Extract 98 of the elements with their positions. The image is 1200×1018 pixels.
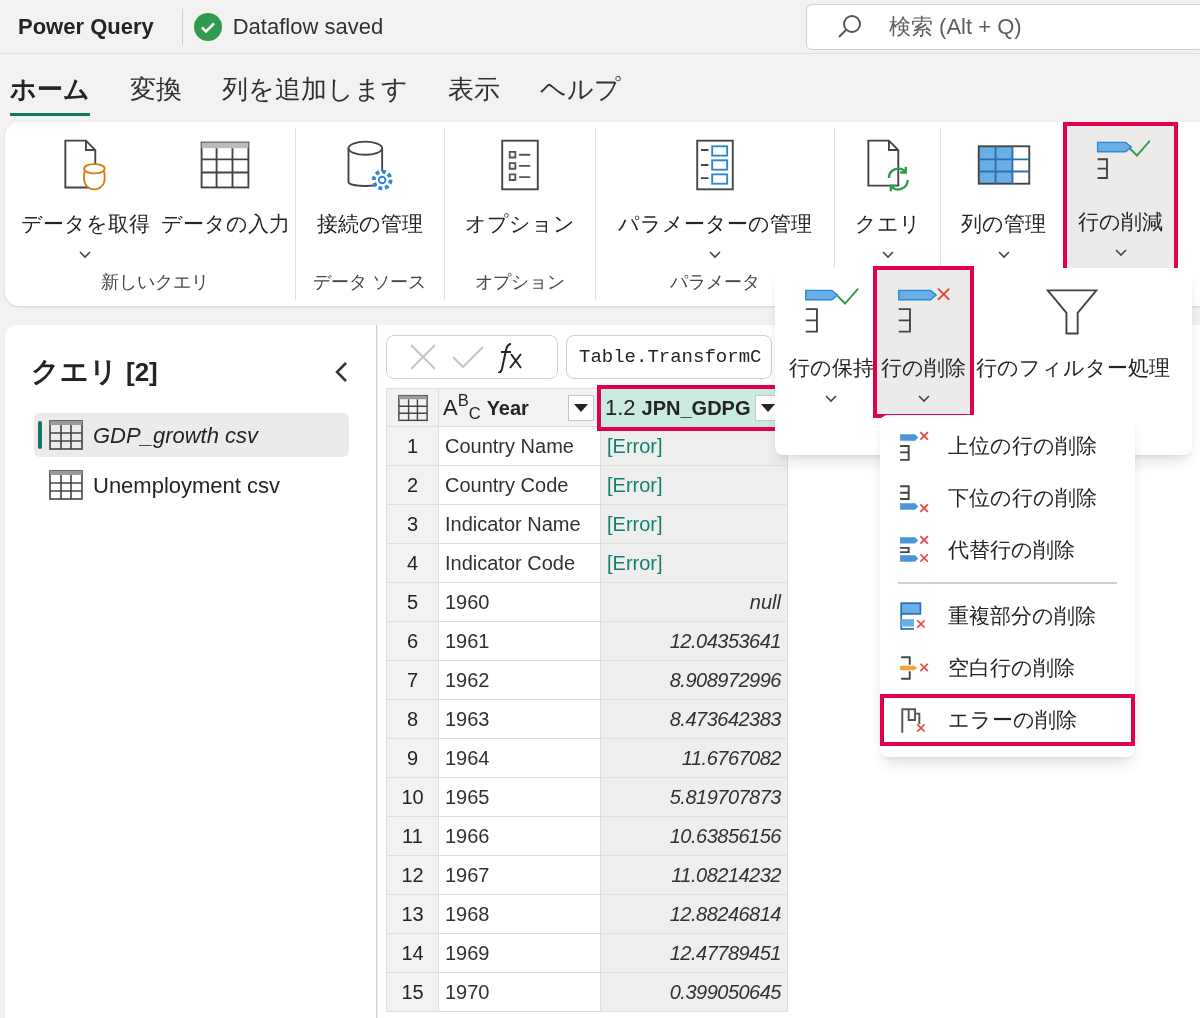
table-cell: 10.63856156 — [600, 816, 788, 856]
row-number: 2 — [386, 465, 439, 505]
table-cell: 1962 — [438, 660, 601, 700]
table-cell: 8.473642383 — [600, 699, 788, 739]
table-icon — [397, 393, 428, 422]
menu-item[interactable]: エラーの削除 — [880, 694, 1135, 746]
chevron-down-icon — [880, 249, 895, 259]
ribbon-button[interactable]: データを取得 — [15, 128, 155, 268]
group-label: パラメータ — [670, 271, 760, 294]
table-icon — [49, 420, 83, 450]
group-label: データ ソース — [313, 271, 427, 294]
search-field[interactable]: 検索 (Alt + Q) — [806, 3, 1200, 50]
check-circle-icon — [192, 11, 223, 42]
column-name: JPN_GDPG — [641, 395, 751, 421]
table-cell: Indicator Name — [438, 504, 601, 544]
table-cell: Country Code — [438, 465, 601, 505]
menu-item[interactable]: 重複部分の削除 — [880, 590, 1135, 642]
table-cell: 1961 — [438, 621, 601, 661]
ribbon-button[interactable]: クエリ — [835, 128, 940, 268]
ribbon-tab[interactable]: 表示 — [448, 70, 500, 116]
row-number: 12 — [386, 855, 439, 895]
rows-cross-icon — [898, 535, 930, 565]
row-number: 9 — [386, 738, 439, 778]
ribbon-button[interactable]: 行の保持 — [785, 270, 877, 414]
table-cell: [Error] — [600, 504, 788, 544]
ribbon-tab[interactable]: ヘルプ — [540, 70, 621, 116]
table-cell: 1970 — [438, 972, 601, 1012]
query-item[interactable]: Unemployment csv — [34, 463, 349, 507]
group-label: オプション — [475, 271, 565, 294]
chevron-down-icon — [996, 249, 1011, 259]
ribbon-button[interactable]: データの入力 — [155, 128, 295, 268]
ribbon-button[interactable]: 接続の管理 — [296, 128, 444, 268]
table-cell: 1965 — [438, 777, 601, 817]
table-cell: 11.08214232 — [600, 855, 788, 895]
table-cell: 12.88246814 — [600, 894, 788, 934]
table-cell: 12.47789451 — [600, 933, 788, 973]
chevron-down-icon — [916, 393, 931, 403]
table-cell: 11.6767082 — [600, 738, 788, 778]
chevron-down-icon — [824, 393, 838, 403]
row-number: 13 — [386, 894, 439, 934]
table-cell: 1968 — [438, 894, 601, 934]
app-title: Power Query — [18, 13, 154, 41]
column-name: Year — [486, 395, 529, 421]
caret-icon — [574, 403, 588, 412]
row-number: 15 — [386, 972, 439, 1012]
type-label: 1.2 — [605, 396, 636, 419]
table-cell: 1969 — [438, 933, 601, 973]
ribbon-button[interactable]: オプション — [445, 128, 595, 268]
table-cell: 1966 — [438, 816, 601, 856]
table-cell: [Error] — [600, 465, 788, 505]
table-cell: null — [600, 582, 788, 622]
caret-icon — [761, 403, 775, 412]
row-number: 11 — [386, 816, 439, 856]
row-number: 5 — [386, 582, 439, 622]
chevron-down-icon — [1113, 247, 1128, 257]
query-item[interactable]: GDP_growth csv — [34, 413, 349, 457]
table-cell: 1967 — [438, 855, 601, 895]
menu-item[interactable]: 空白行の削除 — [880, 642, 1135, 694]
checkmark-icon[interactable] — [451, 345, 485, 369]
table-cell: [Error] — [600, 543, 788, 583]
table-cell: Indicator Code — [438, 543, 601, 583]
row-number: 1 — [386, 426, 439, 466]
query-count: [2] — [126, 355, 158, 389]
group-label: 新しいクエリ — [101, 271, 209, 294]
menu-item[interactable]: 下位の行の削除 — [880, 472, 1135, 524]
table-cell: 12.04353641 — [600, 621, 788, 661]
ribbon-tab[interactable]: ホーム — [10, 70, 90, 116]
menu-item[interactable]: 代替行の削除 — [880, 524, 1135, 576]
row-number: 8 — [386, 699, 439, 739]
filter-dropdown[interactable] — [568, 394, 594, 421]
row-number: 4 — [386, 543, 439, 583]
ribbon-button[interactable]: パラメーターの管理 — [596, 128, 834, 268]
row-number: 14 — [386, 933, 439, 973]
row-number: 10 — [386, 777, 439, 817]
rows-cross-icon — [898, 483, 930, 513]
menu-item[interactable]: 上位の行の削除 — [880, 420, 1135, 472]
table-cell: 8.908972996 — [600, 660, 788, 700]
chevron-down-icon — [78, 249, 92, 259]
ribbon-tab[interactable]: 列を追加します — [222, 70, 408, 116]
table-cell: Country Name — [438, 426, 601, 466]
chevron-down-icon — [708, 249, 722, 259]
rows-cross-icon — [898, 431, 930, 461]
row-number: 7 — [386, 660, 439, 700]
table-cell: 1964 — [438, 738, 601, 778]
row-number: 3 — [386, 504, 439, 544]
pane-title: クエリ — [31, 355, 118, 389]
row-number: 6 — [386, 621, 439, 661]
save-status: Dataflow saved — [232, 13, 384, 41]
table-cell: 0.399050645 — [600, 972, 788, 1012]
blank-rows-icon — [898, 653, 930, 683]
table-cell: 5.819707873 — [600, 777, 788, 817]
ribbon-tab[interactable]: 変換 — [130, 70, 182, 116]
ribbon-button[interactable]: 行のフィルター処理 — [970, 270, 1175, 414]
table-icon — [49, 470, 83, 500]
table-cell: 1960 — [438, 582, 601, 622]
table-cell: 1963 — [438, 699, 601, 739]
formula-field[interactable]: Table.TransformC — [566, 335, 772, 379]
collapse-icon[interactable] — [334, 361, 348, 383]
